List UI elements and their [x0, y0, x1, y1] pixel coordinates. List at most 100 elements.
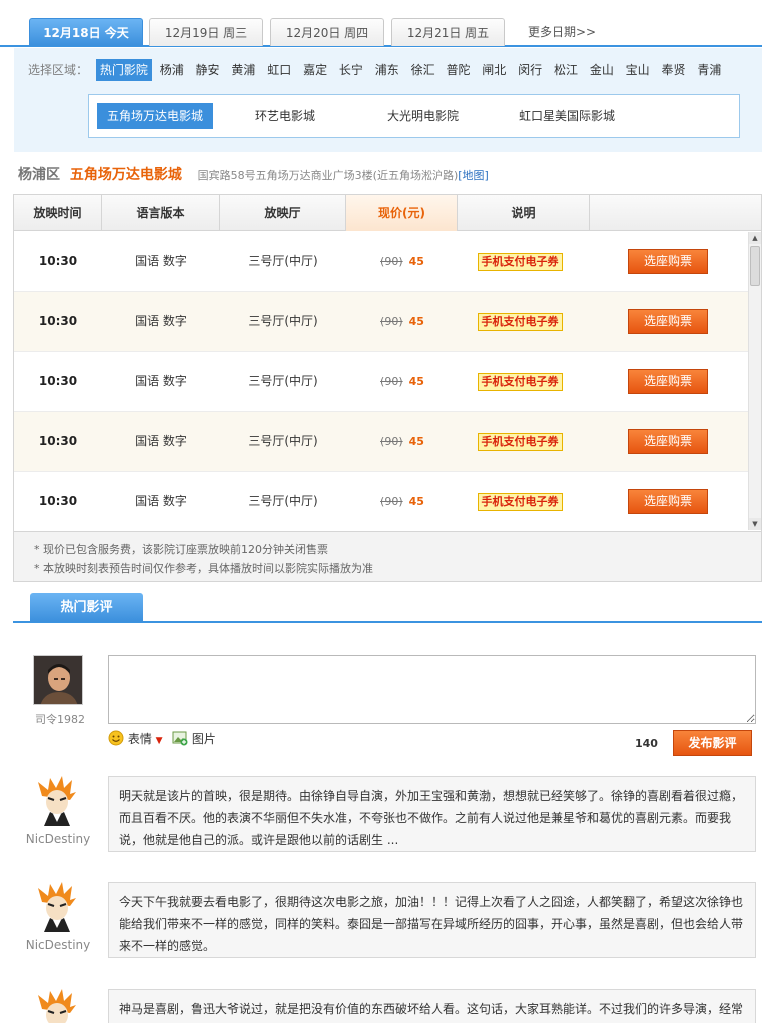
original-price: (90) [380, 435, 403, 448]
current-price: 45 [408, 375, 424, 388]
showtime-table: 放映时间 语言版本 放映厅 现价(元) 说明 10:30 国语 数字 三号厅(中… [13, 194, 762, 582]
select-seat-button[interactable]: 选座购票 [628, 369, 708, 394]
scroll-up-arrow-icon[interactable]: ▲ [749, 232, 761, 244]
region-item[interactable]: 松江 [550, 59, 582, 81]
hall-name: 三号厅(中厅) [248, 314, 318, 328]
select-seat-button[interactable]: 选座购票 [628, 309, 708, 334]
caret-down-icon: ▼ [155, 736, 163, 746]
anime-avatar-icon [38, 882, 76, 932]
region-item[interactable]: 闸北 [478, 59, 510, 81]
review-input[interactable] [108, 655, 756, 724]
cinema-filter-panel: 选择区域： 热门影院 杨浦 静安 黄浦 虹口 嘉定 长宁 浦东 徐汇 普陀 闸北… [14, 48, 762, 152]
price-cell: (90) 45 [346, 232, 458, 292]
buy-cell: 选座购票 [582, 472, 748, 530]
mobile-pay-badge: 手机支付电子券 [477, 372, 563, 391]
cinema-item-xingmei[interactable]: 虹口星美国际影城 [509, 103, 625, 129]
col-time-header: 放映时间 [14, 195, 102, 231]
region-item[interactable]: 青浦 [693, 59, 725, 81]
cinema-item-wanda[interactable]: 五角场万达电影城 [97, 103, 214, 129]
region-item[interactable]: 黄浦 [227, 59, 259, 81]
avatar [36, 989, 78, 1023]
region-item[interactable]: 浦东 [371, 59, 403, 81]
cinema-item-daguangming[interactable]: 大光明电影院 [377, 103, 469, 129]
reviewer-name[interactable]: NicDestiny [20, 832, 96, 846]
original-price: (90) [380, 375, 403, 388]
mobile-pay-badge: 手机支付电子券 [477, 312, 563, 331]
tab-hot-reviews[interactable]: 热门影评 [30, 593, 143, 622]
region-item[interactable]: 闵行 [514, 59, 546, 81]
mobile-pay-badge: 手机支付电子券 [477, 432, 563, 451]
table-row: 10:30 国语 数字 三号厅(中厅) (90) 45 手机支付电子券 选座购票 [14, 412, 748, 472]
image-button[interactable]: 图片 [172, 730, 216, 748]
show-time: 10:30 [38, 434, 78, 448]
table-row: 10:30 国语 数字 三号厅(中厅) (90) 45 手机支付电子券 选座购票 [14, 292, 748, 352]
hall-name: 三号厅(中厅) [248, 434, 318, 448]
region-item[interactable]: 虹口 [263, 59, 295, 81]
scroll-down-arrow-icon[interactable]: ▼ [749, 518, 761, 530]
date-tab-dec19[interactable]: 12月19日 周三 [149, 18, 263, 46]
table-notes: * 现价已包含服务费，该影院订座票放映前120分钟关闭售票 * 本放映时刻表预告… [14, 531, 761, 581]
hall-name: 三号厅(中厅) [248, 374, 318, 388]
cinema-heading: 杨浦区 五角场万达电影城 国宾路58号五角场万达商业广场3楼(近五角场淞沪路)[… [18, 164, 489, 186]
hall-name: 三号厅(中厅) [248, 254, 318, 268]
col-note-header: 说明 [458, 195, 590, 231]
date-tab-dec20[interactable]: 12月20日 周四 [270, 18, 384, 46]
col-hall-header: 放映厅 [220, 195, 346, 231]
price-cell: (90) 45 [346, 292, 458, 352]
reviewer-name[interactable]: NicDestiny [20, 938, 96, 952]
avatar [33, 655, 83, 705]
note-cell: 手机支付电子券 [458, 352, 582, 412]
date-tab-today[interactable]: 12月18日 今天 [29, 18, 143, 46]
buy-cell: 选座购票 [582, 352, 748, 412]
cinema-address: 国宾路58号五角场万达商业广场3楼(近五角场淞沪路) [197, 169, 459, 182]
cinema-list: 五角场万达电影城 环艺电影城 大光明电影院 虹口星美国际影城 [88, 94, 740, 138]
select-seat-button[interactable]: 选座购票 [628, 429, 708, 454]
emoji-button[interactable]: 表情 ▼ [108, 730, 163, 748]
col-lang-header: 语言版本 [102, 195, 220, 231]
col-price-header: 现价(元) [346, 195, 458, 231]
select-seat-button[interactable]: 选座购票 [628, 249, 708, 274]
region-item-hot[interactable]: 热门影院 [95, 59, 152, 81]
image-add-icon [172, 731, 188, 746]
show-time: 10:30 [38, 374, 78, 388]
mobile-pay-badge: 手机支付电子券 [477, 492, 563, 511]
table-body: 10:30 国语 数字 三号厅(中厅) (90) 45 手机支付电子券 选座购票 … [14, 232, 748, 530]
select-seat-button[interactable]: 选座购票 [628, 489, 708, 514]
region-item[interactable]: 普陀 [442, 59, 474, 81]
note-line: * 本放映时刻表预告时间仅作参考，具体播放时间以影院实际播放为准 [34, 562, 373, 575]
region-item[interactable]: 杨浦 [156, 59, 188, 81]
region-item[interactable]: 奉贤 [658, 59, 690, 81]
hall-name: 三号厅(中厅) [248, 494, 318, 508]
map-link[interactable]: [地图] [458, 169, 489, 182]
current-price: 45 [408, 315, 424, 328]
cinema-title: 五角场万达电影城 [69, 167, 182, 183]
region-item[interactable]: 静安 [192, 59, 224, 81]
note-line: * 现价已包含服务费，该影院订座票放映前120分钟关闭售票 [34, 543, 328, 556]
post-review-button[interactable]: 发布影评 [673, 730, 752, 756]
note-cell: 手机支付电子券 [458, 232, 582, 292]
table-scrollbar[interactable]: ▲ ▼ [748, 232, 761, 530]
region-item[interactable]: 宝山 [622, 59, 654, 81]
original-price: (90) [380, 255, 403, 268]
emoji-label: 表情 [127, 732, 152, 746]
scroll-thumb[interactable] [750, 246, 760, 286]
more-dates-link[interactable]: 更多日期>> [528, 18, 596, 46]
buy-cell: 选座购票 [582, 232, 748, 292]
note-cell: 手机支付电子券 [458, 412, 582, 472]
region-item[interactable]: 长宁 [335, 59, 367, 81]
cinema-item-huanyi[interactable]: 环艺电影城 [245, 103, 325, 129]
region-item[interactable]: 徐汇 [407, 59, 439, 81]
table-row: 10:30 国语 数字 三号厅(中厅) (90) 45 手机支付电子券 选座购票 [14, 232, 748, 292]
show-time: 10:30 [38, 314, 78, 328]
image-label: 图片 [191, 732, 216, 746]
region-item[interactable]: 金山 [586, 59, 618, 81]
buy-cell: 选座购票 [582, 412, 748, 472]
date-tab-dec21[interactable]: 12月21日 周五 [391, 18, 505, 46]
review-text: 神马是喜剧，鲁迅大爷说过，就是把没有价值的东西破坏给人看。这句话，大家耳熟能详。… [108, 989, 756, 1023]
anime-avatar-icon [38, 989, 76, 1023]
language-version: 国语 数字 [135, 314, 187, 328]
char-count: 140 [635, 737, 658, 750]
reviews-tab-bar: 热门影评 [13, 593, 762, 623]
region-item[interactable]: 嘉定 [299, 59, 331, 81]
table-row: 10:30 国语 数字 三号厅(中厅) (90) 45 手机支付电子券 选座购票 [14, 472, 748, 530]
